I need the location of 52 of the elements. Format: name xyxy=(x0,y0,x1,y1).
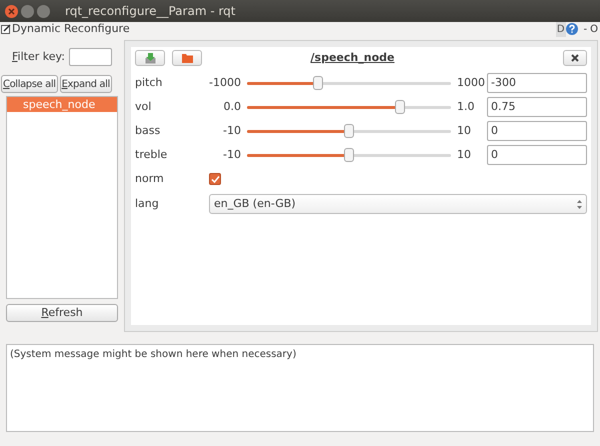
close-button[interactable] xyxy=(563,50,587,66)
close-icon xyxy=(8,8,15,14)
slider[interactable] xyxy=(247,76,451,90)
slider[interactable] xyxy=(247,100,451,114)
slider[interactable] xyxy=(247,148,451,162)
param-label: pitch xyxy=(135,74,164,91)
minimize-button[interactable] xyxy=(21,4,34,18)
language-dropdown[interactable]: en_GB (en-GB) xyxy=(209,194,587,214)
maximize-button[interactable] xyxy=(37,4,50,18)
folder-icon xyxy=(182,53,192,63)
value-field[interactable]: 0.75 xyxy=(487,97,587,117)
checkbox[interactable] xyxy=(209,173,221,185)
value-field[interactable]: -300 xyxy=(487,73,587,93)
min-label: -10 xyxy=(222,146,241,163)
max-label: 1.0 xyxy=(457,98,476,115)
message-box: (System message might be shown here when necessary) xyxy=(6,344,594,432)
value-field[interactable]: 0 xyxy=(487,145,587,165)
download-icon xyxy=(144,52,156,64)
param-label: lang xyxy=(135,196,160,212)
help-icon[interactable] xyxy=(566,23,578,35)
filter-label: Filter key: xyxy=(12,48,65,65)
max-label: 1000 xyxy=(457,74,486,91)
node-title: /speech_node xyxy=(310,50,394,66)
edit-icon xyxy=(1,24,11,34)
min-label: 0.0 xyxy=(222,98,241,115)
max-label: 10 xyxy=(457,146,472,163)
window-title: rqt_reconfigure__Param - rqt xyxy=(65,3,236,20)
min-label: -10 xyxy=(222,122,241,139)
param-label: vol xyxy=(135,98,152,115)
slider[interactable] xyxy=(247,124,451,138)
param-label: treble xyxy=(135,146,168,163)
max-label: 10 xyxy=(457,122,472,139)
slider-handle[interactable] xyxy=(344,148,354,162)
min-label: -1000 xyxy=(209,74,241,91)
param-label: norm xyxy=(135,170,165,187)
dock-button[interactable]: O xyxy=(590,22,598,36)
slider-handle[interactable] xyxy=(395,100,405,114)
save-button[interactable] xyxy=(135,50,165,66)
param-label: bass xyxy=(135,122,162,139)
open-button[interactable] xyxy=(172,50,202,66)
value-field[interactable]: 0 xyxy=(487,121,587,141)
spinner-icon xyxy=(577,200,582,208)
expand-all-button[interactable]: Expand all xyxy=(60,75,112,93)
collapse-all-button[interactable]: Collapse all xyxy=(1,75,58,93)
plugin-title: Dynamic Reconfigure xyxy=(12,20,130,37)
slider-handle[interactable] xyxy=(313,76,324,90)
filter-field[interactable] xyxy=(68,48,112,66)
dock-button[interactable]: D xyxy=(556,22,566,36)
dock-button[interactable]: - xyxy=(584,22,588,36)
refresh-button[interactable]: Refresh xyxy=(6,304,118,322)
slider-handle[interactable] xyxy=(344,124,354,138)
close-icon xyxy=(571,54,579,62)
